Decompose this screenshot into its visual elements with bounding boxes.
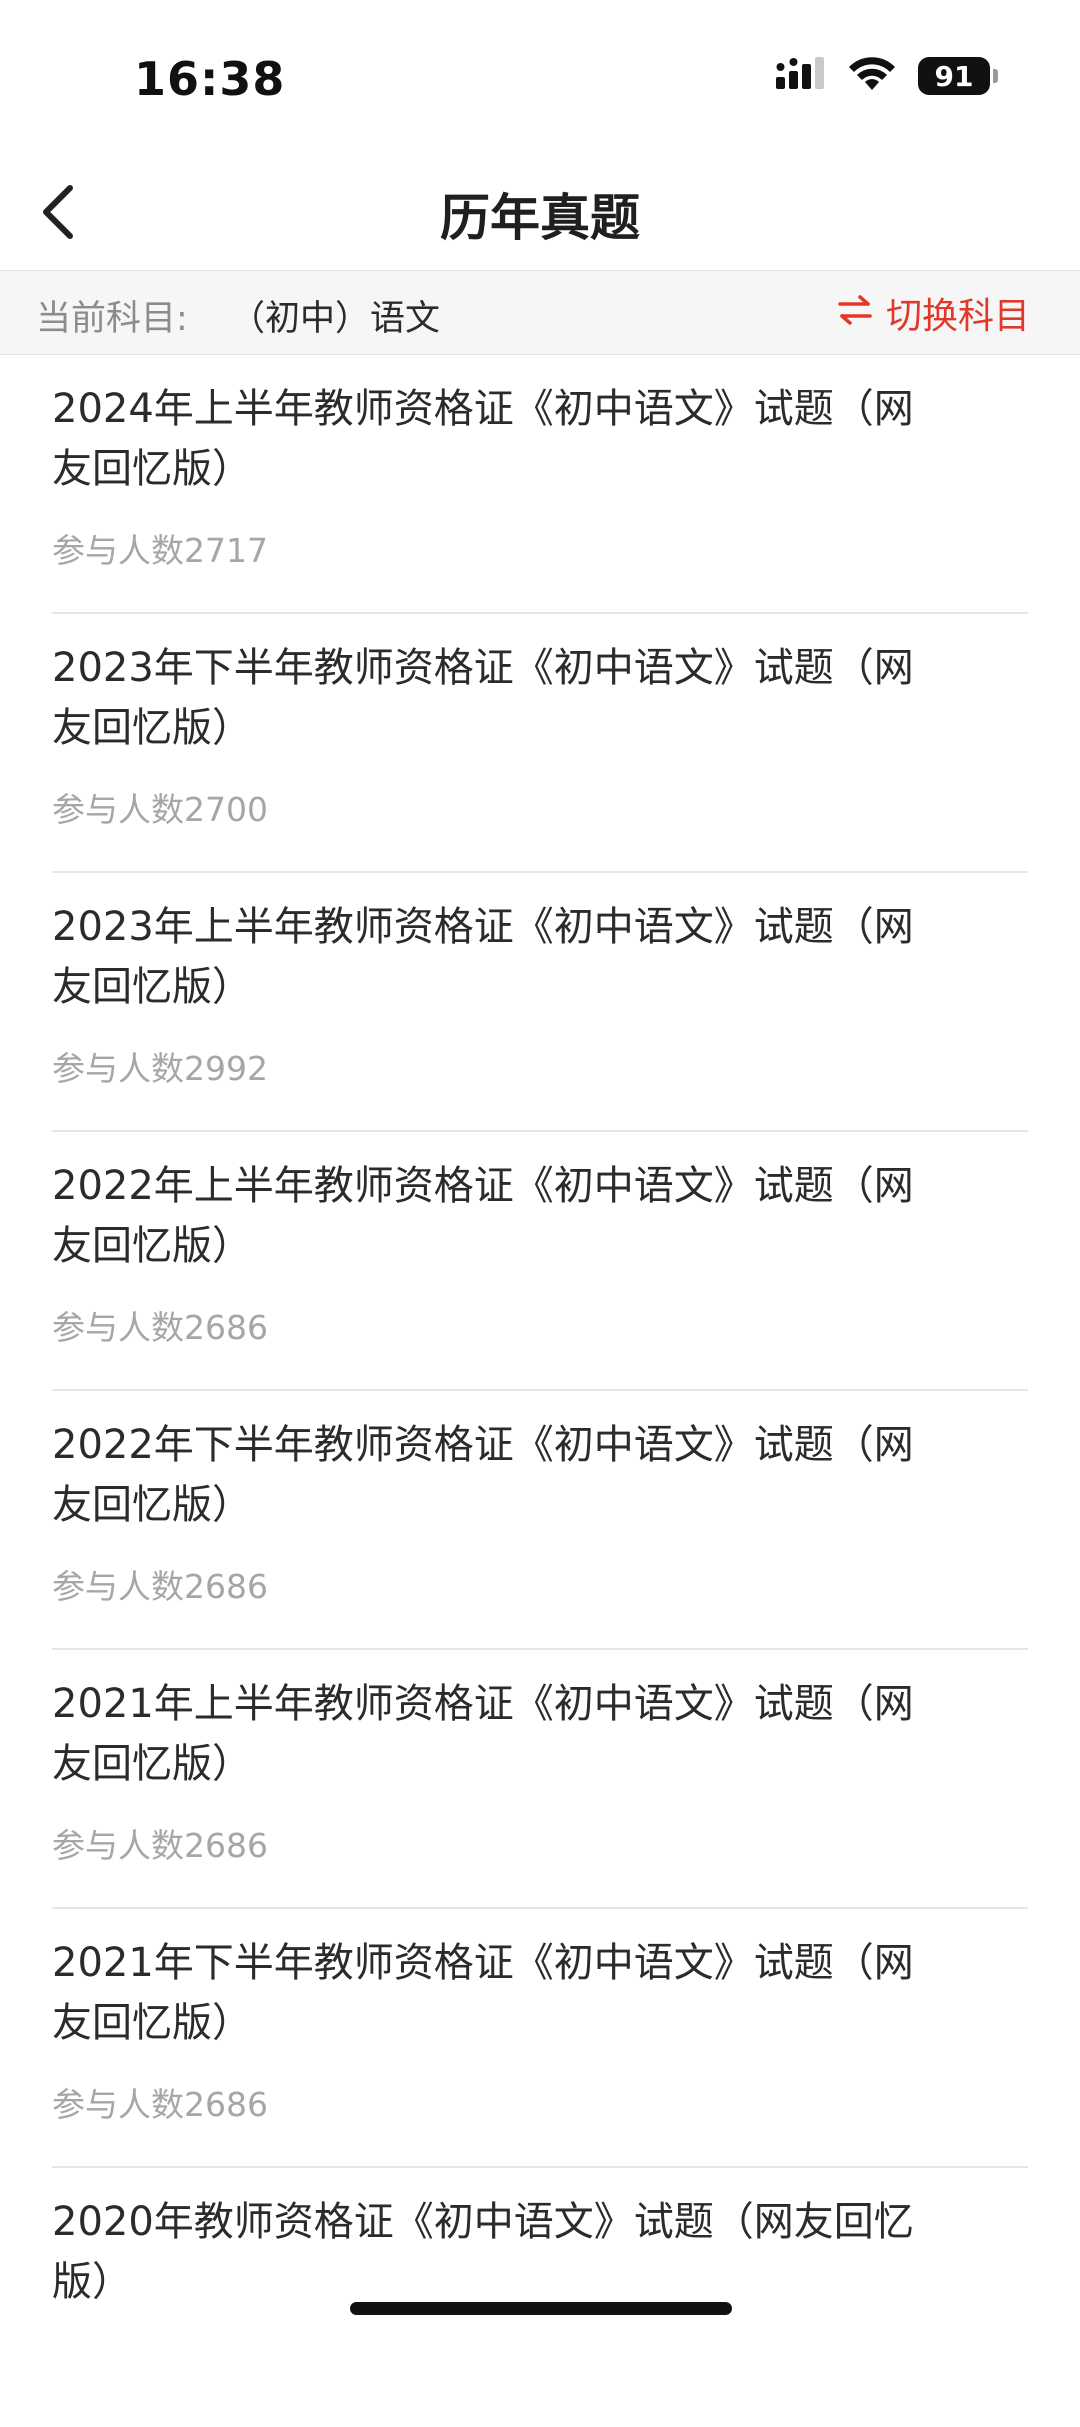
paper-title: 2021年下半年教师资格证《初中语文》试题（网友回忆版）: [52, 1940, 914, 2046]
status-time: 16:38: [134, 52, 286, 106]
subject-label: 当前科目:: [36, 299, 188, 339]
switch-subject-label: 切换科目: [885, 296, 1030, 337]
paper-title: 2021年上半年教师资格证《初中语文》试题（网友回忆版）: [52, 1681, 914, 1787]
paper-list: 2024年上半年教师资格证《初中语文》试题（网友回忆版） 参与人数2717 20…: [0, 355, 1080, 2427]
swap-arrows-icon: [838, 293, 872, 334]
wifi-icon: [848, 56, 896, 96]
list-item[interactable]: 2021年上半年教师资格证《初中语文》试题（网友回忆版） 参与人数2686: [52, 1650, 1028, 1909]
status-icons: 91: [776, 56, 998, 96]
switch-subject-button[interactable]: 切换科目: [838, 287, 1030, 339]
page-title: 历年真题: [440, 189, 640, 247]
list-item[interactable]: 2022年上半年教师资格证《初中语文》试题（网友回忆版） 参与人数2686: [52, 1132, 1028, 1391]
paper-title: 2024年上半年教师资格证《初中语文》试题（网友回忆版）: [52, 386, 914, 492]
paper-title: 2022年上半年教师资格证《初中语文》试题（网友回忆版）: [52, 1163, 914, 1269]
status-bar: 16:38 91: [0, 0, 1080, 160]
battery-icon: 91: [918, 57, 998, 95]
participant-count: 参与人数2686: [52, 1308, 268, 1347]
signal-icon: [776, 57, 826, 95]
list-item[interactable]: 2024年上半年教师资格证《初中语文》试题（网友回忆版） 参与人数2717: [52, 355, 1028, 614]
participant-count: 参与人数2700: [52, 790, 268, 829]
list-item[interactable]: 2023年上半年教师资格证《初中语文》试题（网友回忆版） 参与人数2992: [52, 873, 1028, 1132]
paper-title: 2023年下半年教师资格证《初中语文》试题（网友回忆版）: [52, 645, 914, 751]
subject-bar: 当前科目: （初中）语文 切换科目: [0, 270, 1080, 355]
participant-count: 参与人数2686: [52, 2085, 268, 2124]
nav-bar: 历年真题: [0, 160, 1080, 270]
participant-count: 参与人数2686: [52, 1567, 268, 1606]
list-item[interactable]: 2020年教师资格证《初中语文》试题（网友回忆版）: [52, 2168, 1028, 2427]
list-item[interactable]: 2021年下半年教师资格证《初中语文》试题（网友回忆版） 参与人数2686: [52, 1909, 1028, 2168]
paper-title: 2023年上半年教师资格证《初中语文》试题（网友回忆版）: [52, 904, 914, 1010]
participant-count: 参与人数2686: [52, 1826, 268, 1865]
subject-value: （初中）语文: [230, 299, 441, 339]
list-item[interactable]: 2022年下半年教师资格证《初中语文》试题（网友回忆版） 参与人数2686: [52, 1391, 1028, 1650]
participant-count: 参与人数2992: [52, 1049, 268, 1088]
home-indicator[interactable]: [350, 2302, 732, 2315]
list-item[interactable]: 2023年下半年教师资格证《初中语文》试题（网友回忆版） 参与人数2700: [52, 614, 1028, 873]
participant-count: 参与人数2717: [52, 531, 268, 570]
paper-title: 2022年下半年教师资格证《初中语文》试题（网友回忆版）: [52, 1422, 914, 1528]
paper-title: 2020年教师资格证《初中语文》试题（网友回忆版）: [52, 2199, 914, 2305]
